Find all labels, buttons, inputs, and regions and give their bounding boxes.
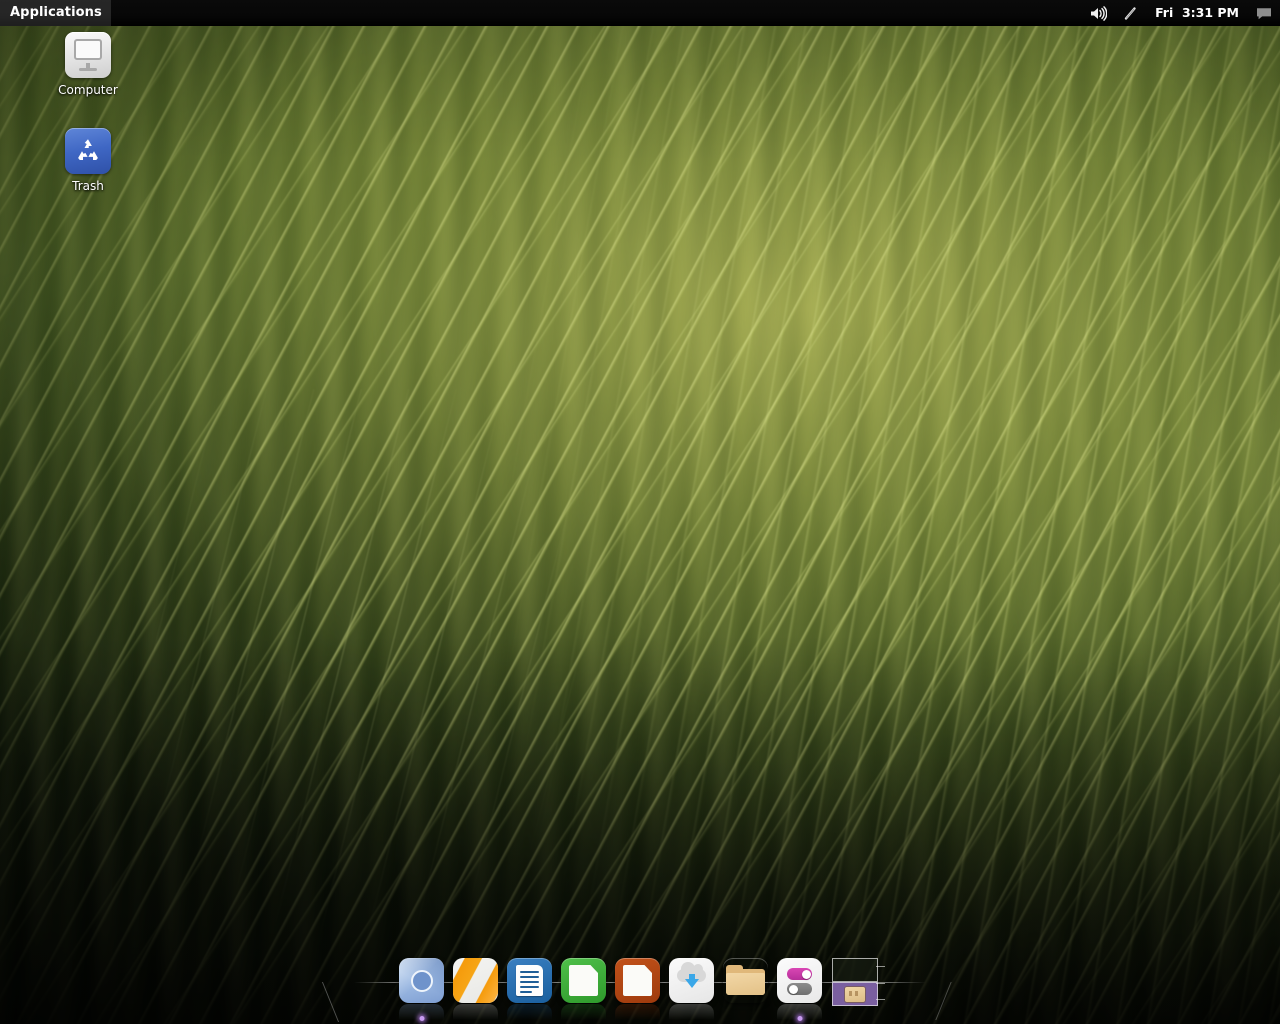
desktop-icon-label: Trash (72, 179, 104, 193)
desktop-icon-label: Computer (58, 83, 118, 97)
clock[interactable]: Fri 3:31 PM (1146, 0, 1248, 26)
desktop[interactable]: Computer Trash (0, 0, 1280, 1024)
system-tray: Fri 3:31 PM (1082, 0, 1280, 26)
dock-item-chromium[interactable] (396, 958, 447, 1020)
dock-item-software-updater[interactable] (666, 958, 717, 1020)
impress-icon (615, 958, 660, 1003)
cloud-download-icon (669, 958, 714, 1003)
calc-icon (561, 958, 606, 1003)
dock-items (396, 958, 884, 1020)
workspace-switcher[interactable] (832, 958, 884, 1008)
computer-icon (65, 32, 111, 78)
dock[interactable] (366, 958, 914, 1024)
bluetooth-icon[interactable] (1115, 0, 1146, 26)
dock-reflection (723, 1004, 768, 1020)
dock-reflection (507, 1004, 552, 1020)
volume-icon[interactable] (1082, 0, 1115, 26)
dock-item-libreoffice-impress[interactable] (612, 958, 663, 1020)
toggle-switches-icon (777, 958, 822, 1003)
dock-item-libreoffice-calc[interactable] (558, 958, 609, 1020)
chromium-icon (399, 958, 444, 1003)
top-panel[interactable]: Applications Fri 3:31 PM (0, 0, 1280, 26)
dock-item-files[interactable] (720, 958, 771, 1020)
photo-swirl-icon (453, 958, 498, 1003)
dock-reflection (561, 1004, 606, 1020)
running-indicator (797, 1016, 802, 1021)
folder-icon (723, 958, 768, 1003)
dock-reflection (615, 1004, 660, 1020)
workspace-window-thumbnail (845, 987, 865, 1002)
writer-icon (507, 958, 552, 1003)
dock-reflection (669, 1004, 714, 1020)
pager-ticks (876, 966, 885, 1000)
dock-item-image-viewer[interactable] (450, 958, 501, 1020)
dock-item-settings[interactable] (774, 958, 825, 1020)
running-indicator (419, 1016, 424, 1021)
workspace-2[interactable] (832, 982, 878, 1006)
trash-icon (65, 128, 111, 174)
wallpaper-vignette (0, 0, 1280, 1024)
chat-icon[interactable] (1248, 0, 1280, 26)
applications-menu[interactable]: Applications (0, 0, 111, 26)
desktop-icon-computer[interactable]: Computer (40, 32, 136, 97)
dock-reflection (453, 1004, 498, 1020)
workspace-1[interactable] (832, 958, 878, 982)
desktop-icon-trash[interactable]: Trash (40, 128, 136, 193)
dock-item-libreoffice-writer[interactable] (504, 958, 555, 1020)
